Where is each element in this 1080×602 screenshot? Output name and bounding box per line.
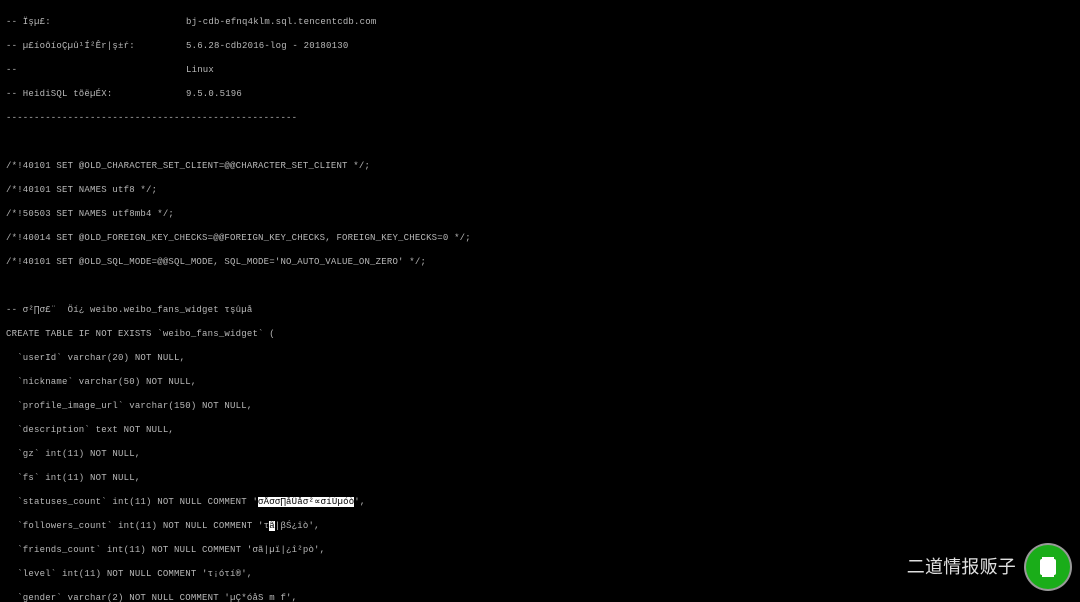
hdr-server-val: 5.6.28-cdb2016-log - 20180130: [186, 41, 348, 51]
set-stmt: /*!40101 SET @OLD_SQL_MODE=@@SQL_MODE, S…: [6, 256, 1074, 268]
create-open: CREATE TABLE IF NOT EXISTS `weibo_fans_w…: [6, 328, 1074, 340]
col-nickname: `nickname` varchar(50) NOT NULL,: [6, 376, 1074, 388]
col-statuses-count: `statuses_count` int(11) NOT NULL COMMEN…: [6, 496, 1074, 508]
col-followers-count: `followers_count` int(11) NOT NULL COMME…: [6, 520, 1074, 532]
sql-dump-terminal: -- Ïşµ£:bj-cdb-efnq4klm.sql.tencentcdb.c…: [0, 0, 1080, 602]
hdr-host-val: bj-cdb-efnq4klm.sql.tencentcdb.com: [186, 17, 376, 27]
wechat-watermark: 二道情报贩子: [840, 532, 1080, 602]
hdr-os-key: --: [6, 64, 186, 76]
col-userId: `userId` varchar(20) NOT NULL,: [6, 352, 1074, 364]
hdr-host-key: -- Ïşµ£:: [6, 16, 186, 28]
set-stmt: /*!40101 SET NAMES utf8 */;: [6, 184, 1074, 196]
set-stmt: /*!40101 SET @OLD_CHARACTER_SET_CLIENT=@…: [6, 160, 1074, 172]
col-profile-img: `profile_image_url` varchar(150) NOT NUL…: [6, 400, 1074, 412]
create-comment: -- σ²∏σ£¨ Öí¿ weibo.weibo_fans_widget τş…: [6, 304, 1074, 316]
col-description: `description` text NOT NULL,: [6, 424, 1074, 436]
col-fs: `fs` int(11) NOT NULL,: [6, 472, 1074, 484]
hdr-os-val: Linux: [186, 65, 214, 75]
hdr-tool-key: -- HeidiSQL tõëµÉX:: [6, 88, 186, 100]
watermark-text: 二道情报贩子: [907, 561, 1016, 573]
wechat-avatar-icon: [1026, 545, 1070, 589]
header-divider: ----------------------------------------…: [6, 112, 1074, 124]
text-selection[interactable]: σÅσσ∏åÜåσ²∝σíÚµóò: [258, 497, 354, 507]
set-stmt: /*!50503 SET NAMES utf8mb4 */;: [6, 208, 1074, 220]
hdr-server-key: -- µ£íoôíoÇµû¹Í²Êr|ş±ŕ:: [6, 40, 186, 52]
col-gz: `gz` int(11) NOT NULL,: [6, 448, 1074, 460]
set-stmt: /*!40014 SET @OLD_FOREIGN_KEY_CHECKS=@@F…: [6, 232, 1074, 244]
hdr-tool-val: 9.5.0.5196: [186, 89, 242, 99]
